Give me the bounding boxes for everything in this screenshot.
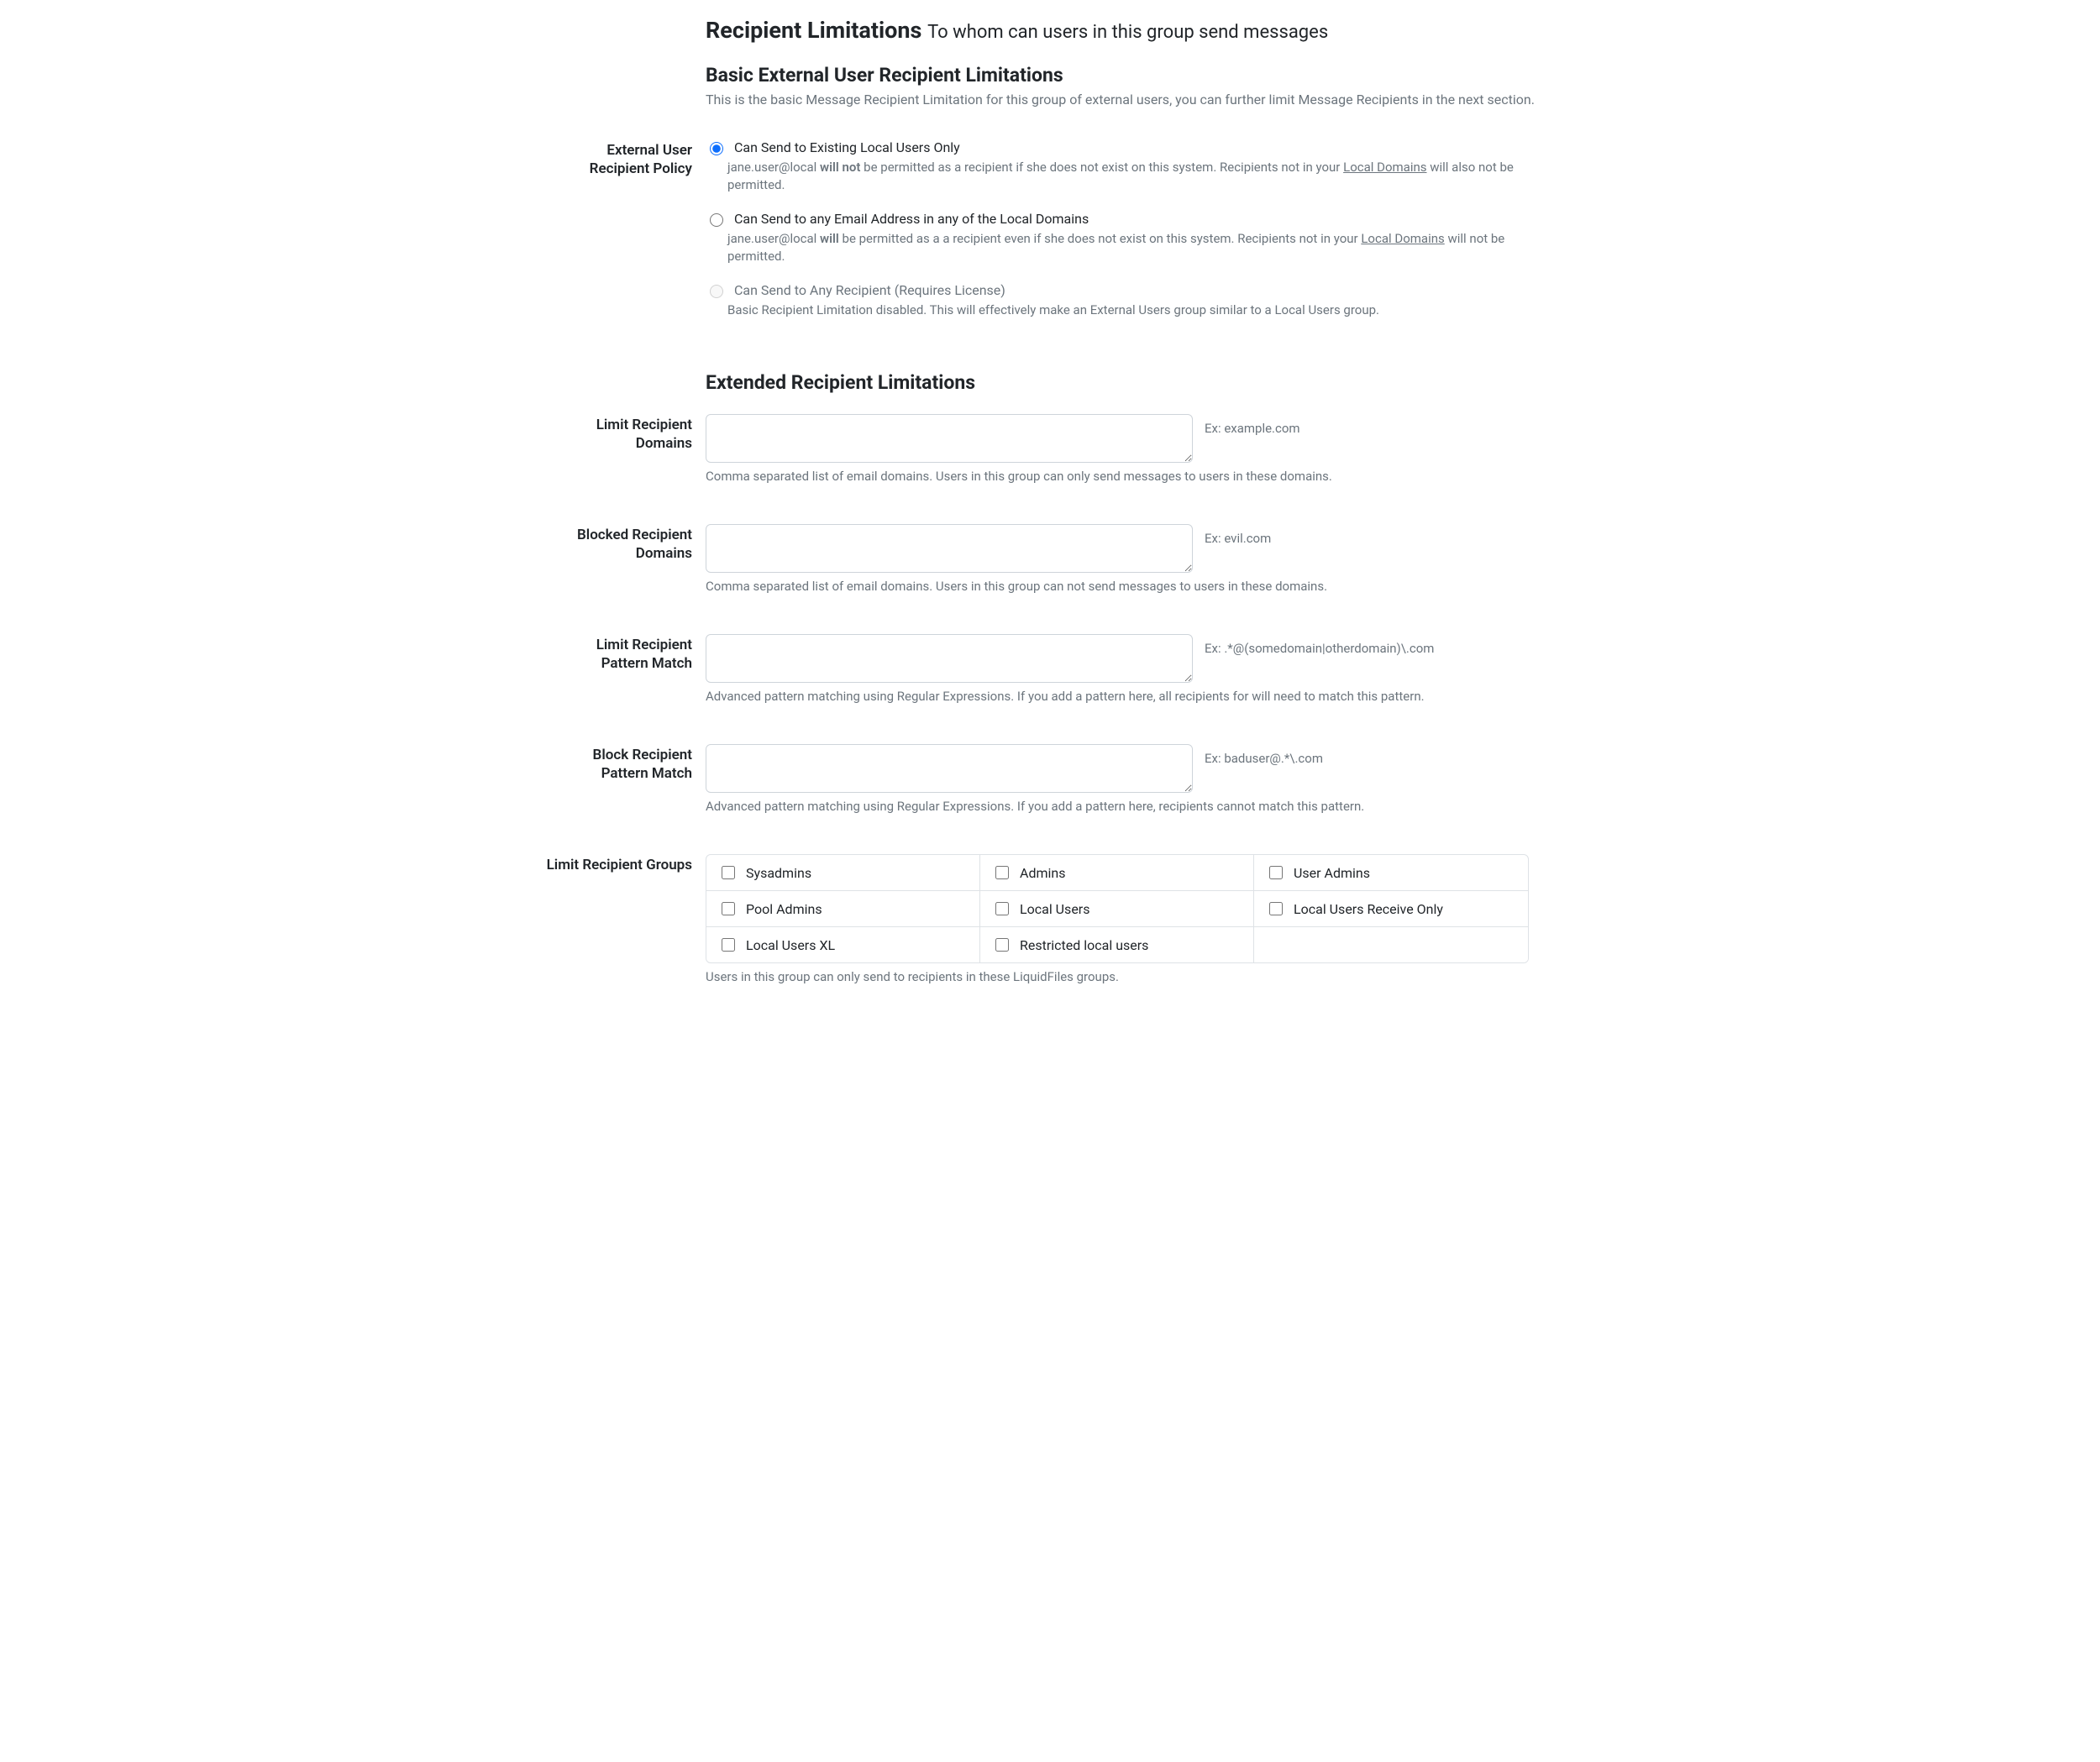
checkbox-label: Local Users xyxy=(1020,901,1089,917)
block-pattern-label: Block Recipient Pattern Match xyxy=(546,744,706,783)
blocked-domains-example: Ex: evil.com xyxy=(1205,524,1271,546)
limit-groups-grid: Sysadmins Admins User Admins Pool Admins… xyxy=(706,854,1529,963)
policy-radio-any-local-domain[interactable] xyxy=(710,213,723,227)
limit-pattern-help: Advanced pattern matching using Regular … xyxy=(706,688,1554,705)
policy-option-help: jane.user@local will be permitted as a a… xyxy=(727,230,1554,265)
blocked-domains-label: Blocked Recipient Domains xyxy=(546,524,706,563)
group-checkbox-local-users-receive-only[interactable]: Local Users Receive Only xyxy=(1254,891,1528,927)
local-domains-link[interactable]: Local Domains xyxy=(1343,160,1426,175)
policy-option-label: Can Send to Any Recipient (Requires Lice… xyxy=(734,282,1005,298)
policy-option-help: jane.user@local will not be permitted as… xyxy=(727,159,1554,194)
blocked-domains-help: Comma separated list of email domains. U… xyxy=(706,578,1554,595)
local-domains-link[interactable]: Local Domains xyxy=(1361,231,1444,246)
block-pattern-input[interactable] xyxy=(706,744,1193,793)
checkbox[interactable] xyxy=(995,866,1009,879)
empty-cell xyxy=(1254,927,1528,962)
policy-radio-existing-local[interactable] xyxy=(710,142,723,155)
checkbox-label: Local Users XL xyxy=(746,937,835,953)
checkbox-label: User Admins xyxy=(1294,865,1370,881)
policy-option-any-recipient: Can Send to Any Recipient (Requires Lice… xyxy=(706,282,1554,319)
basic-lead: This is the basic Message Recipient Limi… xyxy=(706,92,1554,108)
group-checkbox-pool-admins[interactable]: Pool Admins xyxy=(706,891,980,927)
limit-groups-label: Limit Recipient Groups xyxy=(546,854,706,874)
limit-pattern-label: Limit Recipient Pattern Match xyxy=(546,634,706,673)
limit-pattern-input[interactable] xyxy=(706,634,1193,683)
checkbox-label: Local Users Receive Only xyxy=(1294,901,1443,917)
block-pattern-help: Advanced pattern matching using Regular … xyxy=(706,798,1554,815)
policy-label: External User Recipient Policy xyxy=(546,139,706,178)
group-checkbox-local-users[interactable]: Local Users xyxy=(980,891,1254,927)
checkbox-label: Sysadmins xyxy=(746,865,811,881)
checkbox[interactable] xyxy=(722,938,735,952)
checkbox-label: Pool Admins xyxy=(746,901,822,917)
limit-domains-input[interactable] xyxy=(706,414,1193,463)
group-checkbox-restricted-local-users[interactable]: Restricted local users xyxy=(980,927,1254,962)
policy-option-label: Can Send to any Email Address in any of … xyxy=(734,211,1089,227)
policy-option-any-local-domain: Can Send to any Email Address in any of … xyxy=(706,211,1554,265)
policy-option-existing-local: Can Send to Existing Local Users Only ja… xyxy=(706,139,1554,194)
limit-domains-help: Comma separated list of email domains. U… xyxy=(706,468,1554,485)
limit-groups-help: Users in this group can only send to rec… xyxy=(706,968,1554,986)
group-checkbox-user-admins[interactable]: User Admins xyxy=(1254,855,1528,891)
checkbox[interactable] xyxy=(722,902,735,915)
checkbox[interactable] xyxy=(1269,902,1283,915)
limit-domains-example: Ex: example.com xyxy=(1205,414,1300,436)
title-text: Recipient Limitations xyxy=(706,17,921,44)
title-subtitle: To whom can users in this group send mes… xyxy=(927,22,1328,43)
basic-heading: Basic External User Recipient Limitation… xyxy=(706,64,1554,87)
group-checkbox-admins[interactable]: Admins xyxy=(980,855,1254,891)
checkbox-label: Restricted local users xyxy=(1020,937,1148,953)
page-title: Recipient Limitations To whom can users … xyxy=(706,17,1554,44)
checkbox[interactable] xyxy=(722,866,735,879)
checkbox-label: Admins xyxy=(1020,865,1065,881)
blocked-domains-input[interactable] xyxy=(706,524,1193,573)
policy-option-help: Basic Recipient Limitation disabled. Thi… xyxy=(727,302,1554,319)
extended-heading: Extended Recipient Limitations xyxy=(706,371,1554,394)
policy-option-label: Can Send to Existing Local Users Only xyxy=(734,139,960,155)
group-checkbox-sysadmins[interactable]: Sysadmins xyxy=(706,855,980,891)
block-pattern-example: Ex: baduser@.*\.com xyxy=(1205,744,1323,766)
checkbox[interactable] xyxy=(1269,866,1283,879)
policy-radio-any-recipient xyxy=(710,285,723,298)
checkbox[interactable] xyxy=(995,902,1009,915)
checkbox[interactable] xyxy=(995,938,1009,952)
group-checkbox-local-users-xl[interactable]: Local Users XL xyxy=(706,927,980,962)
limit-pattern-example: Ex: .*@(somedomain|otherdomain)\.com xyxy=(1205,634,1434,656)
limit-domains-label: Limit Recipient Domains xyxy=(546,414,706,453)
